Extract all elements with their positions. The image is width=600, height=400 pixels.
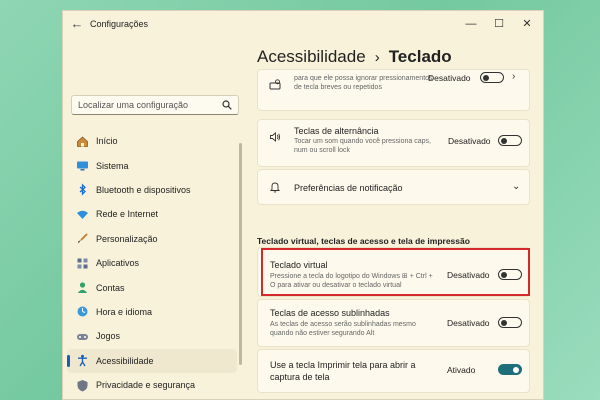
title-bar: ← Configurações — ☐ ✕: [63, 11, 543, 39]
row-title: Teclas de alternância: [294, 126, 379, 136]
shield-icon: [75, 378, 89, 392]
sidebar-item-rede[interactable]: Rede e Internet: [67, 202, 237, 226]
home-icon: [75, 134, 89, 148]
access-keys-row[interactable]: Teclas de acesso sublinhadas As teclas d…: [257, 299, 530, 347]
breadcrumb-separator: ›: [374, 49, 380, 66]
access-keys-toggle[interactable]: [498, 317, 522, 328]
chevron-right-icon[interactable]: ›: [512, 71, 515, 82]
accessibility-icon: [75, 354, 89, 368]
sidebar-item-privacidade[interactable]: Privacidade e segurança: [67, 373, 237, 397]
person-icon: [75, 281, 89, 295]
row-status: Desativado: [448, 136, 491, 146]
sidebar-item-label: Personalização: [96, 233, 158, 244]
sidebar-item-personalizacao[interactable]: Personalização: [67, 227, 237, 251]
bluetooth-icon: [75, 183, 89, 197]
filter-keys-row[interactable]: para que ele possa ignorar pressionament…: [257, 69, 530, 111]
bell-icon: [268, 180, 282, 194]
close-button[interactable]: ✕: [513, 14, 541, 34]
sidebar-item-label: Acessibilidade: [96, 355, 154, 366]
print-screen-row[interactable]: Use a tecla Imprimir tela para abrir a c…: [257, 349, 530, 393]
app-title: Configurações: [90, 19, 149, 29]
search-icon[interactable]: [222, 100, 232, 113]
sidebar-item-label: Hora e idioma: [96, 306, 153, 317]
speaker-icon: [268, 130, 282, 144]
page-title: Acessibilidade › Teclado: [257, 47, 452, 67]
sidebar-scrollbar[interactable]: [239, 143, 242, 365]
row-status: Ativado: [447, 365, 476, 375]
gamepad-icon: [75, 329, 89, 343]
row-title: Preferências de notificação: [294, 183, 403, 193]
monitor-icon: [75, 159, 89, 173]
settings-window: ← Configurações — ☐ ✕ Início Sistema: [62, 10, 544, 400]
sidebar-item-contas[interactable]: Contas: [67, 275, 237, 299]
minimize-button[interactable]: —: [457, 14, 485, 34]
row-description: para que ele possa ignorar pressionament…: [294, 75, 433, 91]
chevron-down-icon[interactable]: ⌄: [512, 181, 520, 192]
back-button[interactable]: ←: [69, 16, 85, 32]
sidebar-item-label: Privacidade e segurança: [96, 380, 196, 391]
row-status: Desativado: [428, 73, 471, 83]
sidebar-item-sistema[interactable]: Sistema: [67, 153, 237, 177]
search-box[interactable]: [71, 95, 239, 115]
row-description: Tocar um som quando você pressiona caps,…: [294, 138, 431, 154]
sidebar-item-label: Início: [96, 136, 118, 147]
brush-icon: [75, 232, 89, 246]
row-status: Desativado: [447, 318, 490, 328]
toggle-keys-row[interactable]: Teclas de alternância Tocar um som quand…: [257, 119, 530, 167]
sidebar-item-label: Rede e Internet: [96, 209, 159, 220]
globe-clock-icon: [75, 305, 89, 319]
sidebar-item-label: Jogos: [96, 331, 121, 342]
sidebar-item-label: Bluetooth e dispositivos: [96, 184, 191, 195]
sidebar-item-inicio[interactable]: Início: [67, 129, 237, 153]
sidebar-item-label: Aplicativos: [96, 258, 140, 269]
sidebar-item-label: Sistema: [96, 160, 129, 171]
sidebar-item-acessibilidade[interactable]: Acessibilidade: [67, 348, 237, 373]
sidebar-nav: Início Sistema Bluetooth e dispositivos …: [67, 129, 237, 397]
section-heading: Teclado virtual, teclas de acesso e tela…: [257, 236, 470, 246]
maximize-button[interactable]: ☐: [485, 14, 513, 34]
row-description: As teclas de acesso serão sublinhadas me…: [270, 321, 416, 337]
keyboard-timer-icon: [268, 78, 282, 92]
wifi-icon: [75, 207, 89, 221]
breadcrumb-parent[interactable]: Acessibilidade: [257, 47, 366, 66]
sidebar-item-bluetooth[interactable]: Bluetooth e dispositivos: [67, 178, 237, 202]
row-title: Use a tecla Imprimir tela para abrir a c…: [270, 360, 416, 382]
row-title: Teclas de acesso sublinhadas: [270, 308, 390, 318]
highlight-box: [261, 248, 530, 296]
print-screen-toggle[interactable]: [498, 364, 522, 375]
breadcrumb-current: Teclado: [388, 47, 452, 66]
sidebar-item-jogos[interactable]: Jogos: [67, 324, 237, 348]
search-input[interactable]: [72, 96, 222, 114]
sidebar-item-aplicativos[interactable]: Aplicativos: [67, 251, 237, 275]
filter-keys-toggle[interactable]: [480, 72, 504, 83]
notification-preferences-row[interactable]: Preferências de notificação ⌄: [257, 169, 530, 205]
sidebar-item-label: Contas: [96, 282, 125, 293]
sidebar-item-hora-idioma[interactable]: Hora e idioma: [67, 300, 237, 324]
apps-icon: [75, 256, 89, 270]
toggle-keys-toggle[interactable]: [498, 135, 522, 146]
